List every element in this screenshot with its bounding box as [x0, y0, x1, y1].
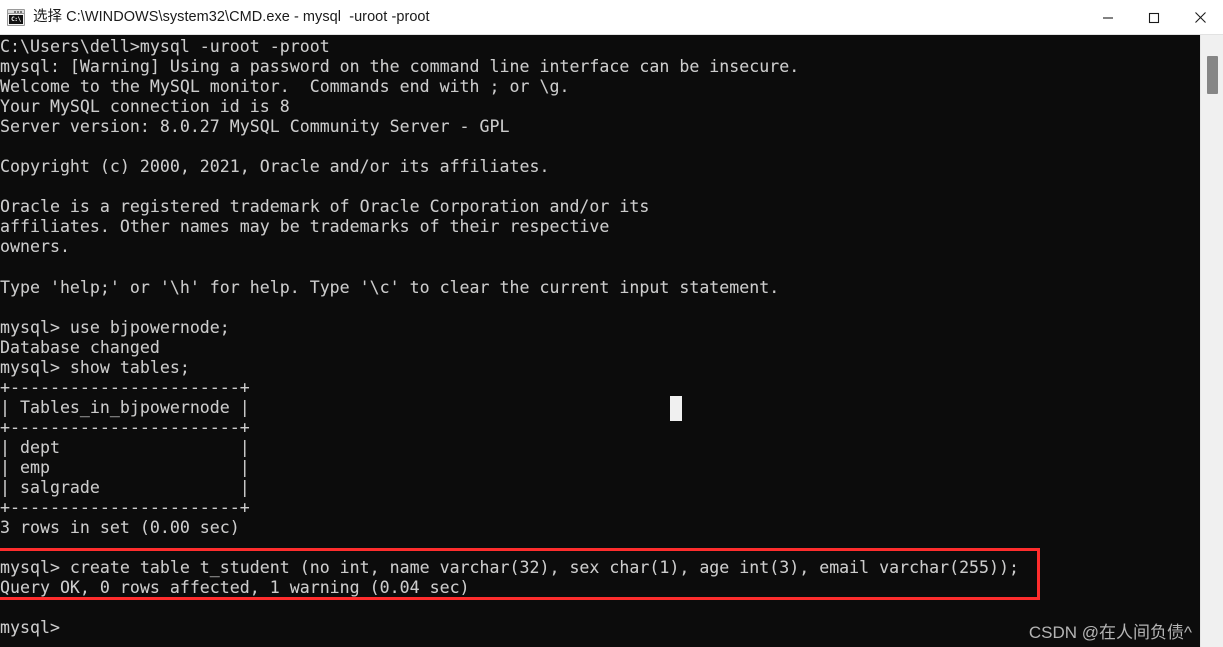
window-title: 选择 C:\WINDOWS\system32\CMD.exe - mysql -… — [33, 8, 430, 25]
maximize-button[interactable] — [1131, 0, 1177, 35]
scrollbar-thumb[interactable] — [1207, 56, 1218, 94]
watermark-text: CSDN @在人间负债^ — [1028, 623, 1192, 642]
minimize-button[interactable] — [1085, 0, 1131, 35]
close-button[interactable] — [1177, 0, 1223, 35]
cmd-window: C:\ 选择 C:\WINDOWS\system32\CMD.exe - mys… — [0, 0, 1223, 647]
text-cursor — [670, 396, 682, 421]
window-controls — [1085, 0, 1223, 35]
cmd-icon: C:\ — [7, 8, 25, 26]
terminal-output-area[interactable]: C:\Users\dell>mysql -uroot -proot mysql:… — [0, 35, 1200, 647]
vertical-scrollbar[interactable] — [1200, 35, 1223, 647]
cmd-icon-titlebar-detail — [8, 9, 24, 14]
cmd-icon-glyph: C:\ — [9, 14, 23, 24]
title-bar[interactable]: C:\ 选择 C:\WINDOWS\system32\CMD.exe - mys… — [0, 0, 1223, 35]
terminal-text: C:\Users\dell>mysql -uroot -proot mysql:… — [0, 37, 1020, 638]
